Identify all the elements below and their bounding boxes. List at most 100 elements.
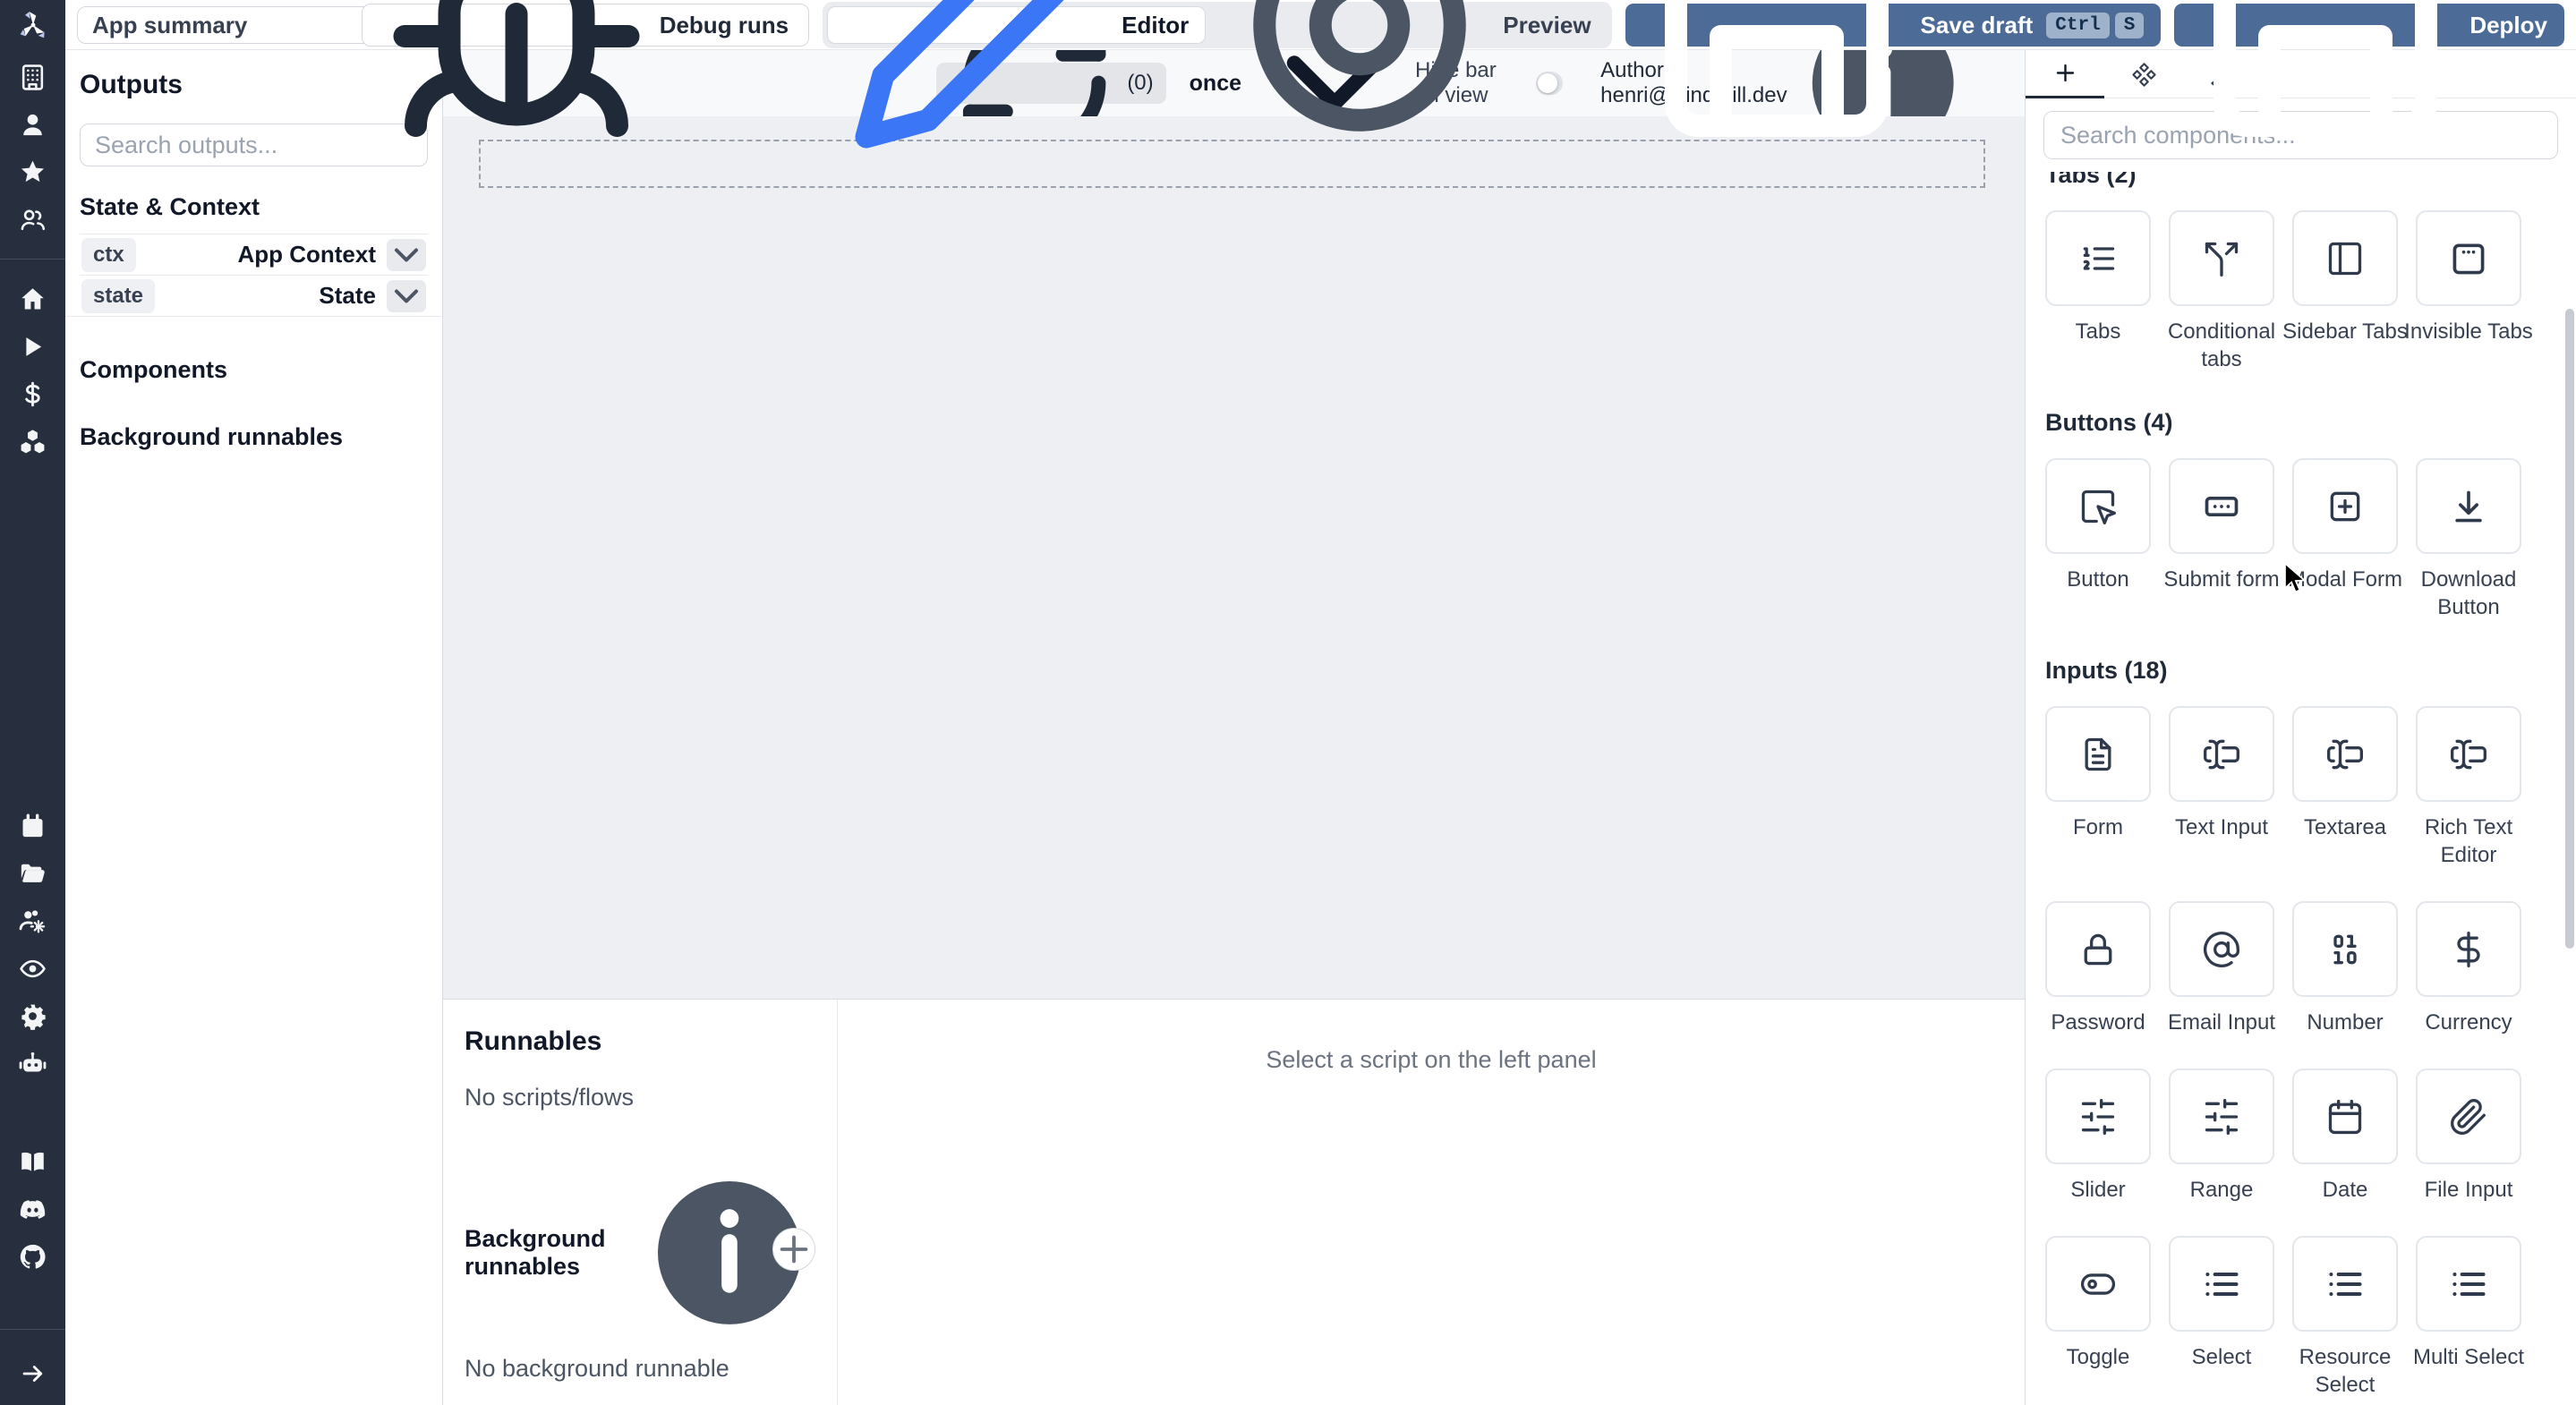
background-empty-text: No background runnable bbox=[465, 1354, 729, 1382]
output-row-ctx[interactable]: ctx App Context bbox=[80, 234, 428, 275]
components-list: Tabs (2) Tabs Conditional tabs Sidebar Tabs… bbox=[2026, 172, 2576, 1405]
panel-tab-plus[interactable] bbox=[2026, 50, 2104, 98]
component-label: Select bbox=[2191, 1345, 2252, 1369]
component-card-sidebar-tabs[interactable] bbox=[2292, 210, 2398, 306]
component-label: Email Input bbox=[2167, 1010, 2276, 1035]
component-section-title: Buttons (4) bbox=[2045, 409, 2173, 436]
component-cell: Button bbox=[2045, 458, 2151, 621]
component-section-title: Inputs (18) bbox=[2045, 657, 2168, 684]
component-card-download-button[interactable] bbox=[2416, 458, 2521, 554]
component-label: Number bbox=[2307, 1010, 2384, 1035]
preview-tab[interactable]: Preview bbox=[1209, 0, 1607, 132]
rail-play-icon[interactable] bbox=[13, 326, 54, 367]
component-card-slider[interactable] bbox=[2045, 1069, 2151, 1164]
chevron-down-icon bbox=[387, 235, 426, 275]
deploy-label: Deploy bbox=[2469, 11, 2547, 38]
components-panel: Tabs (2) Tabs Conditional tabsSidebar Tabs… bbox=[2025, 50, 2576, 1405]
component-card-currency[interactable] bbox=[2416, 901, 2521, 997]
component-card-text-input[interactable] bbox=[2169, 706, 2274, 802]
deploy-button[interactable]: Deploy bbox=[2174, 0, 2564, 137]
component-card-textarea[interactable] bbox=[2292, 706, 2398, 802]
component-card-rich-text-editor[interactable] bbox=[2416, 706, 2521, 802]
rail-robot-icon[interactable] bbox=[13, 1043, 54, 1084]
component-card-number[interactable] bbox=[2292, 901, 2398, 997]
component-label: Currency bbox=[2425, 1010, 2512, 1035]
outputs-panel: Outputs State & Context ctx App Context … bbox=[65, 50, 443, 1405]
component-card-submit-form[interactable] bbox=[2169, 458, 2274, 554]
component-card-tabs[interactable] bbox=[2045, 210, 2151, 306]
rail-dollar-icon[interactable] bbox=[13, 373, 54, 414]
rail-user-icon[interactable] bbox=[13, 104, 54, 145]
component-cell: Range bbox=[2169, 1069, 2274, 1204]
background-runnables-heading: Background runnables bbox=[80, 423, 344, 450]
hide-bar-toggle[interactable] bbox=[1535, 72, 1564, 95]
rail-building-icon[interactable] bbox=[13, 56, 54, 98]
component-cell: Form bbox=[2045, 706, 2151, 869]
component-cell: Toggle bbox=[2045, 1236, 2151, 1399]
component-section-title: Tabs (2) bbox=[2045, 172, 2137, 188]
component-card-invisible-tabs[interactable] bbox=[2416, 210, 2521, 306]
kbd-s: S bbox=[2114, 12, 2145, 38]
topbar: Debug runs Editor Preview Save draft Ct bbox=[65, 0, 2576, 149]
rail-workers-icon[interactable] bbox=[13, 900, 54, 941]
component-label: Text Input bbox=[2174, 815, 2269, 839]
component-card-form[interactable] bbox=[2045, 706, 2151, 802]
component-cell: Select bbox=[2169, 1236, 2274, 1399]
rail-star-icon[interactable] bbox=[13, 151, 54, 192]
component-card-range[interactable] bbox=[2169, 1069, 2274, 1164]
rail-calendar-icon[interactable] bbox=[13, 805, 54, 847]
component-card-file-input[interactable] bbox=[2416, 1069, 2521, 1164]
save-icon bbox=[2191, 0, 2460, 159]
component-cell: Invisible Tabs bbox=[2404, 210, 2533, 373]
rail-book-icon[interactable] bbox=[13, 1141, 54, 1182]
scrollbar-thumb[interactable] bbox=[2565, 309, 2574, 949]
script-editor-area: Select a script on the left panel bbox=[838, 1000, 2025, 1405]
rail-github-icon[interactable] bbox=[13, 1236, 54, 1277]
rail-discord-icon[interactable] bbox=[13, 1188, 54, 1230]
rail-home-icon[interactable] bbox=[13, 278, 54, 319]
component-card-email-input[interactable] bbox=[2169, 901, 2274, 997]
component-card-conditional-tabs[interactable] bbox=[2169, 210, 2274, 306]
add-background-runnable-button[interactable] bbox=[772, 1227, 815, 1271]
component-label: Range bbox=[2189, 1178, 2254, 1202]
select-script-hint: Select a script on the left panel bbox=[1266, 1046, 1597, 1073]
component-card-resource-select[interactable] bbox=[2292, 1236, 2398, 1332]
debug-runs-button[interactable]: Debug runs bbox=[361, 0, 810, 137]
component-cell: Sidebar Tabs bbox=[2282, 210, 2408, 373]
component-label: Modal Form bbox=[2287, 567, 2403, 592]
rail-users-icon[interactable] bbox=[13, 199, 54, 240]
rail-boxes-icon[interactable] bbox=[13, 421, 54, 462]
canvas-column: (0) once Hide bar on view Author henri@w… bbox=[443, 12, 2025, 1405]
component-card-modal-form[interactable] bbox=[2292, 458, 2398, 554]
component-label: Button bbox=[2067, 567, 2129, 592]
panel-tab-component[interactable] bbox=[2104, 50, 2183, 98]
rail-gear-icon[interactable] bbox=[13, 995, 54, 1036]
expand-state-button[interactable] bbox=[387, 279, 426, 312]
component-card-button[interactable] bbox=[2045, 458, 2151, 554]
save-icon bbox=[1642, 0, 1911, 159]
component-card-select[interactable] bbox=[2169, 1236, 2274, 1332]
rail-folder-open-icon[interactable] bbox=[13, 853, 54, 894]
component-cell: Tabs bbox=[2045, 210, 2151, 373]
windmill-logo[interactable] bbox=[0, 0, 65, 50]
component-card-date[interactable] bbox=[2292, 1069, 2398, 1164]
state-context-heading: State & Context bbox=[80, 193, 260, 220]
expand-ctx-button[interactable] bbox=[387, 238, 426, 271]
component-cell: File Input bbox=[2416, 1069, 2521, 1204]
component-card-toggle[interactable] bbox=[2045, 1236, 2151, 1332]
component-label: Form bbox=[2073, 815, 2123, 839]
app-canvas[interactable] bbox=[443, 116, 2025, 999]
collapse-sidebar-button[interactable] bbox=[0, 1342, 65, 1405]
component-label: Resource Select bbox=[2299, 1345, 2392, 1397]
component-cell: Multi Select bbox=[2413, 1236, 2524, 1399]
save-draft-button[interactable]: Save draft Ctrl S bbox=[1625, 0, 2162, 137]
rail-eye-icon[interactable] bbox=[13, 948, 54, 989]
component-section: Tabs (2) Tabs Conditional tabs Sidebar Tabs… bbox=[2045, 172, 2556, 373]
component-card-password[interactable] bbox=[2045, 901, 2151, 997]
component-cell: Password bbox=[2045, 901, 2151, 1036]
search-outputs-input[interactable] bbox=[80, 123, 428, 166]
output-row-state[interactable]: state State bbox=[80, 275, 428, 316]
component-card-multi-select[interactable] bbox=[2416, 1236, 2521, 1332]
component-cell: Modal Form bbox=[2288, 458, 2402, 621]
editor-tab[interactable]: Editor bbox=[827, 0, 1207, 149]
